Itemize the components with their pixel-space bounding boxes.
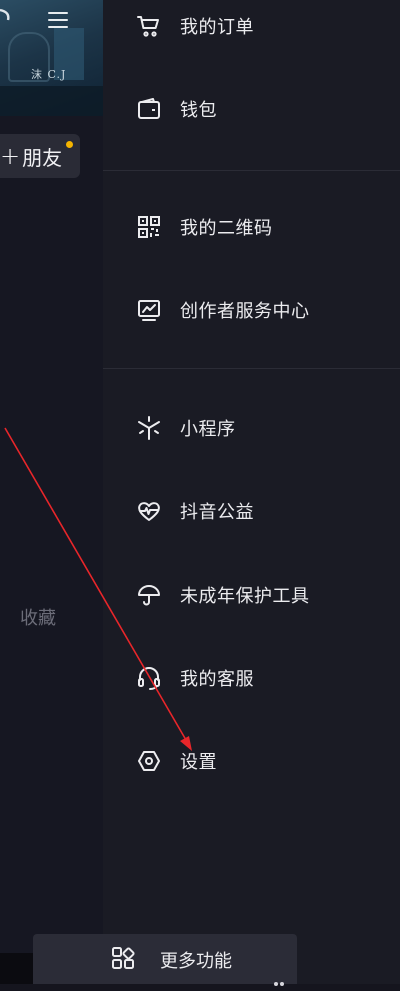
creator-chart-icon	[137, 298, 161, 322]
menu-item-label: 未成年保护工具	[180, 586, 310, 607]
menu-item-charity[interactable]: 抖音公益	[137, 491, 397, 531]
menu-item-label: 抖音公益	[180, 502, 254, 523]
more-features-button[interactable]: 更多功能	[33, 934, 297, 986]
profile-panel: 沫 C.J + 朋友 收藏	[0, 0, 103, 984]
charity-heart-icon	[137, 499, 161, 523]
menu-item-customer-service[interactable]: 我的客服	[137, 658, 397, 698]
menu-item-label: 钱包	[180, 100, 217, 121]
divider	[103, 170, 400, 171]
divider	[103, 368, 400, 369]
tab-favorites[interactable]: 收藏	[20, 604, 56, 630]
menu-item-mini-programs[interactable]: 小程序	[137, 408, 397, 448]
hamburger-menu-icon[interactable]	[48, 12, 68, 28]
headset-icon	[137, 666, 161, 690]
menu-item-qr-code[interactable]: 我的二维码	[137, 207, 397, 247]
cart-icon	[137, 14, 161, 38]
back-icon[interactable]	[0, 8, 12, 28]
menu-item-label: 设置	[180, 752, 217, 773]
menu-item-creator-center[interactable]: 创作者服务中心	[137, 290, 397, 330]
sparkle-icon	[273, 972, 285, 986]
more-features-label: 更多功能	[160, 951, 232, 972]
qr-code-icon	[137, 215, 161, 239]
settings-hexagon-icon	[137, 749, 161, 773]
menu-item-label: 我的二维码	[180, 218, 273, 239]
banner-decor	[0, 86, 103, 116]
plus-icon: +	[0, 142, 21, 170]
profile-banner: 沫 C.J	[0, 0, 103, 116]
menu-item-orders[interactable]: 我的订单	[137, 6, 397, 46]
menu-item-minor-protection[interactable]: 未成年保护工具	[137, 575, 397, 615]
menu-item-wallet[interactable]: 钱包	[137, 89, 397, 129]
menu-item-settings[interactable]: 设置	[137, 741, 397, 781]
grid-apps-icon	[111, 946, 135, 970]
side-drawer: 我的订单 钱包 我的二维码 创作者服务中心 小程序 抖音公益 未成年保护工具 我…	[103, 0, 400, 984]
notification-dot	[66, 141, 73, 148]
menu-item-label: 我的客服	[180, 669, 254, 690]
banner-logo: 沫 C.J	[31, 68, 67, 81]
menu-item-label: 创作者服务中心	[180, 301, 310, 322]
menu-item-label: 我的订单	[180, 17, 254, 38]
add-friend-label: 朋友	[22, 145, 63, 170]
wallet-icon	[137, 97, 161, 121]
umbrella-icon	[137, 583, 161, 607]
menu-item-label: 小程序	[180, 419, 236, 440]
mini-program-icon	[137, 416, 161, 440]
